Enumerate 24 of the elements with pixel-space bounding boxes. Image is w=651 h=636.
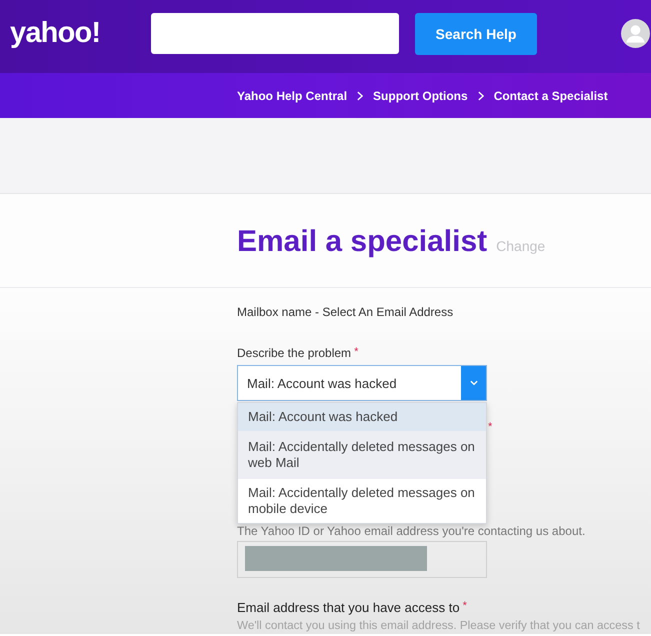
dropdown-option[interactable]: Mail: Accidentally deleted messages on web Mail [238, 431, 486, 479]
mailbox-label: Mailbox name - Select An Email Address [237, 305, 454, 320]
yahoo-logo[interactable]: yahoo! [10, 17, 100, 50]
required-mark: * [488, 421, 492, 434]
account-field[interactable] [237, 541, 487, 578]
field-label: Describe the problem [237, 346, 352, 361]
breadcrumb-link[interactable]: Support Options [373, 88, 468, 102]
dropdown-option[interactable]: Mail: Accidentally deleted messages on mobile device [238, 479, 486, 523]
breadcrumb-link[interactable]: Contact a Specialist [494, 88, 608, 102]
required-mark: * [354, 346, 358, 359]
search-field[interactable] [151, 13, 399, 54]
chevron-down-icon [470, 380, 478, 386]
dropdown-option[interactable]: Mail: Account was hacked [238, 403, 486, 431]
field-hint: We'll contact you using this email address. Please verify that you can access t [237, 619, 640, 633]
avatar-icon[interactable] [621, 19, 650, 48]
chevron-right-icon [478, 90, 484, 100]
problem-select[interactable]: Mail: Account was hacked [237, 365, 487, 401]
dropdown-toggle-button[interactable] [461, 366, 486, 400]
breadcrumb-link[interactable]: Yahoo Help Central [237, 88, 348, 102]
page-title: Email a specialist [237, 224, 488, 260]
field-label: Email address that you have access to [237, 600, 460, 615]
required-mark: * [462, 600, 467, 613]
chevron-right-icon [357, 90, 364, 100]
field-hint: The Yahoo ID or Yahoo email address you're contacting us about. [237, 524, 586, 538]
